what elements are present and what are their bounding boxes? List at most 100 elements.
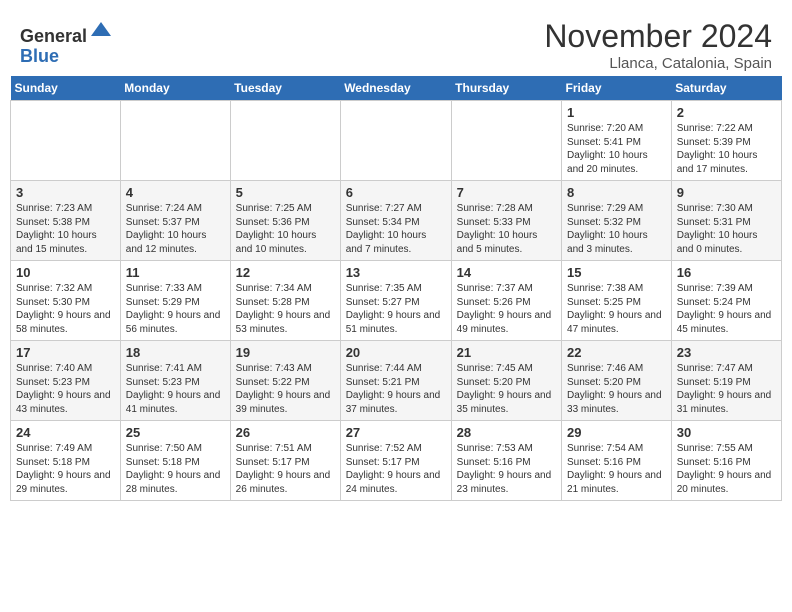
day-info: Sunrise: 7:37 AMSunset: 5:26 PMDaylight:… (457, 282, 556, 336)
logo-blue-text: Blue (20, 46, 59, 66)
day-number: 12 (236, 265, 335, 280)
day-number: 6 (346, 185, 446, 200)
day-number: 26 (236, 425, 335, 440)
calendar-cell: 20Sunrise: 7:44 AMSunset: 5:21 PMDayligh… (340, 341, 451, 421)
day-info: Sunrise: 7:45 AMSunset: 5:20 PMDaylight:… (457, 362, 556, 416)
day-info: Sunrise: 7:25 AMSunset: 5:36 PMDaylight:… (236, 202, 335, 256)
day-number: 27 (346, 425, 446, 440)
day-info: Sunrise: 7:52 AMSunset: 5:17 PMDaylight:… (346, 442, 446, 496)
day-number: 7 (457, 185, 556, 200)
day-number: 2 (677, 105, 776, 120)
day-info: Sunrise: 7:35 AMSunset: 5:27 PMDaylight:… (346, 282, 446, 336)
calendar-cell: 23 Sunrise: 7:47 AMSunset: 5:19 PMDayligh… (671, 341, 781, 421)
calendar-cell: 24 Sunrise: 7:49 AMSunset: 5:18 PMDayligh… (11, 421, 121, 501)
day-info: Sunrise: 7:30 AMSunset: 5:31 PMDaylight:… (677, 202, 776, 256)
day-info: Sunrise: 7:40 AMSunset: 5:23 PMDaylight:… (16, 362, 115, 416)
calendar-table: SundayMondayTuesdayWednesdayThursdayFrid… (10, 76, 782, 501)
day-info: Sunrise: 7:28 AMSunset: 5:33 PMDaylight:… (457, 202, 556, 256)
calendar-cell: 14 Sunrise: 7:37 AMSunset: 5:26 PMDayligh… (451, 261, 561, 341)
day-number: 29 (567, 425, 666, 440)
day-info: Sunrise: 7:33 AMSunset: 5:29 PMDaylight:… (126, 282, 225, 336)
day-info: Sunrise: 7:20 AMSunset: 5:41 PMDaylight:… (567, 122, 666, 176)
calendar-cell: 25Sunrise: 7:50 AMSunset: 5:18 PMDayligh… (120, 421, 230, 501)
calendar-cell: 30 Sunrise: 7:55 AMSunset: 5:16 PMDayligh… (671, 421, 781, 501)
day-info: Sunrise: 7:39 AMSunset: 5:24 PMDaylight:… (677, 282, 776, 336)
day-number: 22 (567, 345, 666, 360)
calendar-cell: 10 Sunrise: 7:32 AMSunset: 5:30 PMDayligh… (11, 261, 121, 341)
calendar-cell: 13 Sunrise: 7:35 AMSunset: 5:27 PMDayligh… (340, 261, 451, 341)
calendar-day-header: Wednesday (340, 76, 451, 101)
calendar-day-header: Friday (562, 76, 672, 101)
day-number: 23 (677, 345, 776, 360)
day-info: Sunrise: 7:32 AMSunset: 5:30 PMDaylight:… (16, 282, 115, 336)
day-info: Sunrise: 7:38 AMSunset: 5:25 PMDaylight:… (567, 282, 666, 336)
calendar-cell: 6 Sunrise: 7:27 AMSunset: 5:34 PMDaylight… (340, 181, 451, 261)
calendar-cell: 1 Sunrise: 7:20 AMSunset: 5:41 PMDaylight… (562, 101, 672, 181)
day-number: 14 (457, 265, 556, 280)
day-number: 11 (126, 265, 225, 280)
day-info: Sunrise: 7:50 AMSunset: 5:18 PMDaylight:… (126, 442, 225, 496)
day-number: 16 (677, 265, 776, 280)
calendar-cell (451, 101, 561, 181)
calendar-cell: 19Sunrise: 7:43 AMSunset: 5:22 PMDayligh… (230, 341, 340, 421)
calendar-cell (340, 101, 451, 181)
calendar-body: 1 Sunrise: 7:20 AMSunset: 5:41 PMDaylight… (11, 101, 782, 501)
day-info: Sunrise: 7:27 AMSunset: 5:34 PMDaylight:… (346, 202, 446, 256)
day-number: 10 (16, 265, 115, 280)
month-title: November 2024 (544, 18, 772, 55)
day-number: 4 (126, 185, 225, 200)
day-number: 15 (567, 265, 666, 280)
day-number: 24 (16, 425, 115, 440)
day-info: Sunrise: 7:49 AMSunset: 5:18 PMDaylight:… (16, 442, 115, 496)
calendar-cell: 3 Sunrise: 7:23 AMSunset: 5:38 PMDaylight… (11, 181, 121, 261)
day-info: Sunrise: 7:24 AMSunset: 5:37 PMDaylight:… (126, 202, 225, 256)
calendar-cell (11, 101, 121, 181)
calendar-cell: 18 Sunrise: 7:41 AMSunset: 5:23 PMDayligh… (120, 341, 230, 421)
location-subtitle: Llanca, Catalonia, Spain (544, 55, 772, 72)
day-number: 3 (16, 185, 115, 200)
day-info: Sunrise: 7:47 AMSunset: 5:19 PMDaylight:… (677, 362, 776, 416)
calendar-cell: 21 Sunrise: 7:45 AMSunset: 5:20 PMDayligh… (451, 341, 561, 421)
calendar-cell: 26Sunrise: 7:51 AMSunset: 5:17 PMDayligh… (230, 421, 340, 501)
calendar-week-row: 24 Sunrise: 7:49 AMSunset: 5:18 PMDayligh… (11, 421, 782, 501)
day-info: Sunrise: 7:23 AMSunset: 5:38 PMDaylight:… (16, 202, 115, 256)
title-block: November 2024 Llanca, Catalonia, Spain (544, 18, 772, 72)
calendar-cell (120, 101, 230, 181)
calendar-cell: 9 Sunrise: 7:30 AMSunset: 5:31 PMDaylight… (671, 181, 781, 261)
calendar-cell: 29Sunrise: 7:54 AMSunset: 5:16 PMDayligh… (562, 421, 672, 501)
calendar-header: SundayMondayTuesdayWednesdayThursdayFrid… (11, 76, 782, 101)
calendar-cell: 16 Sunrise: 7:39 AMSunset: 5:24 PMDayligh… (671, 261, 781, 341)
day-info: Sunrise: 7:55 AMSunset: 5:16 PMDaylight:… (677, 442, 776, 496)
day-info: Sunrise: 7:29 AMSunset: 5:32 PMDaylight:… (567, 202, 666, 256)
calendar-cell: 17 Sunrise: 7:40 AMSunset: 5:23 PMDayligh… (11, 341, 121, 421)
calendar-day-header: Thursday (451, 76, 561, 101)
day-info: Sunrise: 7:22 AMSunset: 5:39 PMDaylight:… (677, 122, 776, 176)
day-number: 1 (567, 105, 666, 120)
day-number: 19 (236, 345, 335, 360)
day-number: 17 (16, 345, 115, 360)
calendar-week-row: 17 Sunrise: 7:40 AMSunset: 5:23 PMDayligh… (11, 341, 782, 421)
day-number: 21 (457, 345, 556, 360)
day-number: 30 (677, 425, 776, 440)
day-info: Sunrise: 7:41 AMSunset: 5:23 PMDaylight:… (126, 362, 225, 416)
day-number: 13 (346, 265, 446, 280)
calendar-cell: 8 Sunrise: 7:29 AMSunset: 5:32 PMDaylight… (562, 181, 672, 261)
calendar-cell: 5Sunrise: 7:25 AMSunset: 5:36 PMDaylight… (230, 181, 340, 261)
calendar-cell (230, 101, 340, 181)
day-info: Sunrise: 7:44 AMSunset: 5:21 PMDaylight:… (346, 362, 446, 416)
day-number: 28 (457, 425, 556, 440)
calendar-cell: 12Sunrise: 7:34 AMSunset: 5:28 PMDayligh… (230, 261, 340, 341)
day-number: 8 (567, 185, 666, 200)
day-number: 9 (677, 185, 776, 200)
day-number: 18 (126, 345, 225, 360)
logo-icon (89, 18, 113, 42)
calendar-day-header: Sunday (11, 76, 121, 101)
calendar-week-row: 10 Sunrise: 7:32 AMSunset: 5:30 PMDayligh… (11, 261, 782, 341)
calendar-cell: 15 Sunrise: 7:38 AMSunset: 5:25 PMDayligh… (562, 261, 672, 341)
day-info: Sunrise: 7:46 AMSunset: 5:20 PMDaylight:… (567, 362, 666, 416)
calendar-week-row: 1 Sunrise: 7:20 AMSunset: 5:41 PMDaylight… (11, 101, 782, 181)
calendar-week-row: 3 Sunrise: 7:23 AMSunset: 5:38 PMDaylight… (11, 181, 782, 261)
calendar-cell: 11 Sunrise: 7:33 AMSunset: 5:29 PMDayligh… (120, 261, 230, 341)
calendar-day-header: Saturday (671, 76, 781, 101)
day-info: Sunrise: 7:53 AMSunset: 5:16 PMDaylight:… (457, 442, 556, 496)
